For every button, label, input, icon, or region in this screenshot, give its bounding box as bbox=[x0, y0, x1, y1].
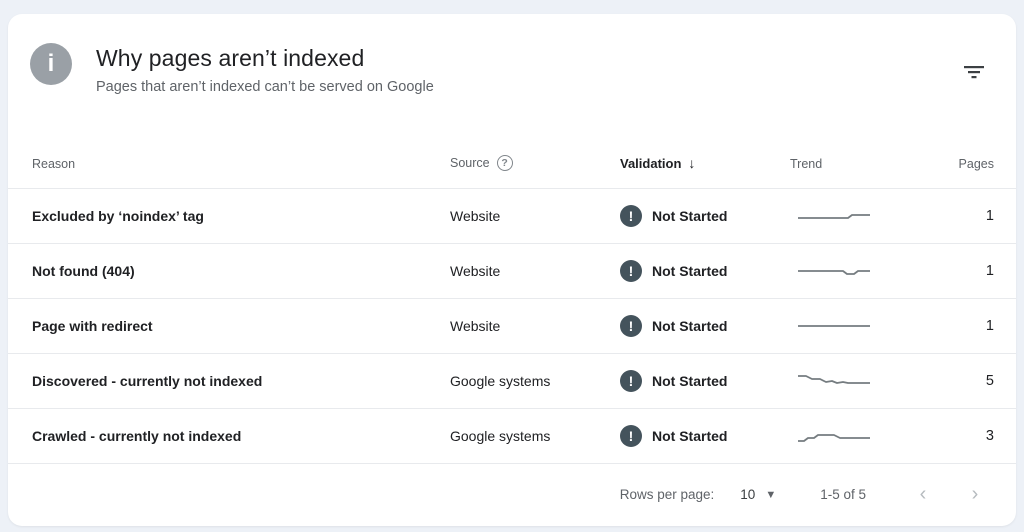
source-cell: Website bbox=[450, 208, 501, 224]
source-cell: Website bbox=[450, 263, 501, 279]
source-cell: Google systems bbox=[450, 428, 551, 444]
trend-cell bbox=[790, 206, 920, 226]
validation-cell: ! Not Started bbox=[620, 205, 790, 227]
dropdown-caret-icon: ▼ bbox=[765, 488, 777, 501]
pages-count: 5 bbox=[985, 373, 994, 389]
not-started-icon: ! bbox=[620, 260, 642, 282]
next-page-button[interactable]: › bbox=[960, 480, 990, 510]
trend-sparkline bbox=[798, 434, 870, 442]
column-header-validation[interactable]: Validation ↓ bbox=[620, 155, 790, 171]
pages-count: 1 bbox=[985, 318, 994, 334]
validation-status: Not Started bbox=[652, 428, 728, 444]
not-started-icon: ! bbox=[620, 370, 642, 392]
filter-button[interactable] bbox=[960, 58, 988, 86]
trend-cell bbox=[790, 261, 920, 281]
rows-per-page-value: 10 bbox=[740, 487, 756, 502]
sort-descending-icon: ↓ bbox=[688, 155, 696, 171]
table-row[interactable]: Discovered - currently not indexed Googl… bbox=[8, 354, 1016, 409]
not-started-icon: ! bbox=[620, 315, 642, 337]
page-title: Why pages aren’t indexed bbox=[96, 45, 365, 71]
validation-cell: ! Not Started bbox=[620, 370, 790, 392]
rows-per-page-label: Rows per page: bbox=[619, 487, 715, 502]
header-titles: Why pages aren’t indexed Pages that aren… bbox=[96, 43, 434, 95]
validation-status: Not Started bbox=[652, 373, 728, 389]
column-header-reason[interactable]: Reason bbox=[32, 157, 450, 171]
table-row[interactable]: Crawled - currently not indexed Google s… bbox=[8, 409, 1016, 464]
page-subtitle: Pages that aren’t indexed can’t be serve… bbox=[96, 79, 434, 95]
trend-cell bbox=[790, 371, 920, 391]
source-cell: Google systems bbox=[450, 373, 551, 389]
pagination-range: 1-5 of 5 bbox=[820, 487, 866, 502]
previous-page-button[interactable]: ‹ bbox=[908, 480, 938, 510]
trend-sparkline bbox=[798, 375, 870, 384]
column-header-pages-label: Pages bbox=[958, 157, 994, 171]
issues-table: Reason Source ? Validation ↓ Trend Pages… bbox=[8, 98, 1016, 526]
validation-cell: ! Not Started bbox=[620, 315, 790, 337]
why-pages-arent-indexed-card: i Why pages aren’t indexed Pages that ar… bbox=[8, 14, 1016, 526]
validation-cell: ! Not Started bbox=[620, 425, 790, 447]
column-header-pages[interactable]: Pages bbox=[920, 157, 994, 171]
column-header-trend-label: Trend bbox=[790, 157, 823, 171]
column-header-trend[interactable]: Trend bbox=[790, 157, 920, 171]
not-started-icon: ! bbox=[620, 205, 642, 227]
trend-cell bbox=[790, 316, 920, 336]
table-header-row: Reason Source ? Validation ↓ Trend Pages bbox=[8, 98, 1016, 189]
reason-cell: Not found (404) bbox=[32, 263, 135, 279]
column-header-validation-label: Validation bbox=[620, 155, 682, 171]
table-row[interactable]: Page with redirect Website ! Not Started… bbox=[8, 299, 1016, 354]
not-started-icon: ! bbox=[620, 425, 642, 447]
table-footer: Rows per page: 10 ▼ 1-5 of 5 ‹ › bbox=[8, 464, 1016, 525]
column-header-reason-label: Reason bbox=[32, 157, 76, 171]
reason-cell: Crawled - currently not indexed bbox=[32, 428, 242, 444]
column-header-source-label: Source bbox=[450, 156, 490, 170]
column-header-source[interactable]: Source ? bbox=[450, 155, 620, 171]
reason-cell: Discovered - currently not indexed bbox=[32, 373, 263, 389]
card-header: i Why pages aren’t indexed Pages that ar… bbox=[8, 14, 1016, 98]
reason-cell: Excluded by ‘noindex’ tag bbox=[32, 208, 204, 224]
table-row[interactable]: Not found (404) Website ! Not Started 1 bbox=[8, 244, 1016, 299]
reason-cell: Page with redirect bbox=[32, 318, 153, 334]
help-icon[interactable]: ? bbox=[496, 155, 513, 171]
validation-status: Not Started bbox=[652, 208, 728, 224]
trend-sparkline bbox=[798, 270, 870, 275]
validation-status: Not Started bbox=[652, 318, 728, 334]
trend-cell bbox=[790, 426, 920, 446]
table-row[interactable]: Excluded by ‘noindex’ tag Website ! Not … bbox=[8, 189, 1016, 244]
pages-count: 1 bbox=[985, 263, 994, 279]
info-icon: i bbox=[30, 43, 72, 85]
validation-status: Not Started bbox=[652, 263, 728, 279]
pages-count: 1 bbox=[985, 208, 994, 224]
filter-icon bbox=[964, 66, 984, 79]
trend-sparkline bbox=[798, 214, 870, 219]
validation-cell: ! Not Started bbox=[620, 260, 790, 282]
pages-count: 3 bbox=[985, 428, 994, 444]
trend-sparkline bbox=[798, 325, 870, 327]
source-cell: Website bbox=[450, 318, 501, 334]
rows-per-page-select[interactable]: 10 ▼ bbox=[740, 487, 776, 502]
